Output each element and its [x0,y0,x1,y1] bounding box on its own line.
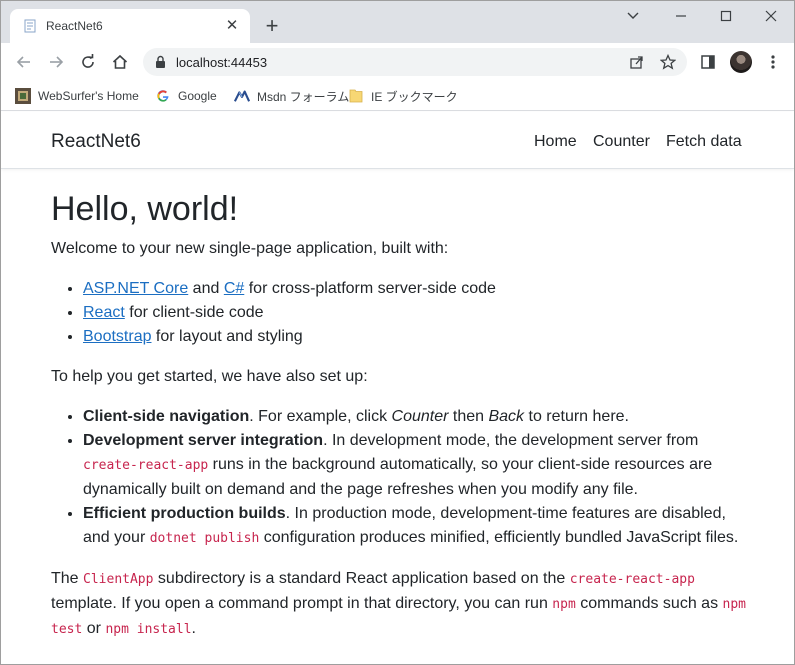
closing-text: The ClientApp subdirectory is a standard… [51,570,746,637]
chevron-down-icon[interactable] [615,5,651,27]
side-panel-icon[interactable] [697,51,719,73]
nav-link-fetch-data[interactable]: Fetch data [666,133,742,151]
bookmark-label: Google [178,89,217,103]
navbar-brand[interactable]: ReactNet6 [51,131,141,153]
nav-link-counter[interactable]: Counter [593,133,650,151]
nav-link-home[interactable]: Home [534,133,577,151]
folder-icon [348,88,364,104]
forward-arrow-icon[interactable] [45,51,67,73]
list-item: React for client-side code [83,301,751,325]
link-react[interactable]: React [83,304,125,321]
bookmark-ie-folder[interactable]: IE ブックマーク [348,86,458,106]
bookmark-msdn[interactable]: Msdn フォーラム [234,86,349,106]
window-close-icon[interactable] [753,5,789,27]
setup-list: Client-side navigation. For example, cli… [83,405,751,551]
intro-text: Welcome to your new single-page applicat… [51,240,449,257]
bookmark-label: Msdn フォーラム [257,89,350,104]
star-icon[interactable] [659,53,677,71]
url-text[interactable]: localhost:44453 [176,55,267,70]
page-favicon-icon [23,19,37,33]
bookmarks-bar: WebSurfer's Home Google Msdn フォーラム IE ブッ… [1,81,794,111]
more-vert-icon[interactable] [762,51,784,73]
list-item: Efficient production builds. In producti… [83,502,751,551]
list-item: ASP.NET Core and C# for cross-platform s… [83,277,751,301]
lock-icon[interactable] [155,55,166,74]
address-bar[interactable]: localhost:44453 [143,48,687,76]
list-item: Development server integration. In devel… [83,429,751,502]
tab-title: ReactNet6 [46,19,103,33]
tab-reactnet6[interactable]: ReactNet6 ✕ [10,9,250,43]
profile-avatar[interactable] [730,51,752,73]
websurfer-favicon-icon [15,88,31,104]
page-title: Hello, world! [51,190,239,228]
google-icon [155,88,171,104]
tab-strip: ReactNet6 ✕ + [1,1,794,43]
link-csharp[interactable]: C# [224,280,244,297]
bookmark-label: WebSurfer's Home [38,89,139,103]
bookmark-websurfer[interactable]: WebSurfer's Home [15,86,139,106]
maximize-icon[interactable] [708,5,744,27]
list-item: Client-side navigation. For example, cli… [83,405,751,429]
home-icon[interactable] [109,51,131,73]
list-item: Bootstrap for layout and styling [83,325,751,349]
bookmark-google[interactable]: Google [155,86,217,106]
back-arrow-icon[interactable] [13,51,35,73]
link-aspnet-core[interactable]: ASP.NET Core [83,280,188,297]
built-with-list: ASP.NET Core and C# for cross-platform s… [83,277,751,349]
browser-window: ReactNet6 ✕ + localhost:44453 WebSurfer'… [0,0,795,665]
minimize-icon[interactable] [663,5,699,27]
site-navbar: ReactNet6 Home Counter Fetch data [1,112,794,169]
main-content: Hello, world! Welcome to your new single… [51,189,751,658]
link-bootstrap[interactable]: Bootstrap [83,328,151,345]
browser-toolbar: localhost:44453 [1,43,794,81]
reload-icon[interactable] [77,51,99,73]
bookmark-label: IE ブックマーク [371,89,458,104]
setup-intro-text: To help you get started, we have also se… [51,368,368,385]
msdn-favicon-icon [234,88,250,104]
web-page: ReactNet6 Home Counter Fetch data Hello,… [1,112,794,664]
close-icon[interactable]: ✕ [224,18,240,34]
share-icon[interactable] [628,53,646,71]
plus-icon[interactable]: + [262,15,282,37]
